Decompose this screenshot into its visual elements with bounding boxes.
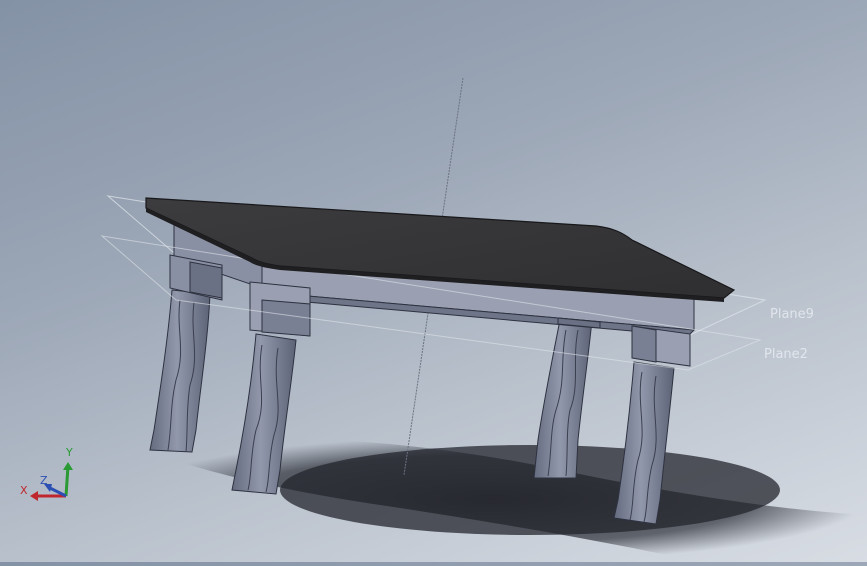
triad-y-axis xyxy=(64,465,70,497)
floor-shadow xyxy=(120,436,867,562)
triad-y-label: Y xyxy=(65,446,73,459)
leg-front-left[interactable] xyxy=(149,289,211,453)
triad-x-label: X xyxy=(20,484,28,497)
plane9-label[interactable]: Plane9 xyxy=(770,307,814,322)
triad-y-arrow xyxy=(63,462,73,470)
plane2-label[interactable]: Plane2 xyxy=(764,347,808,362)
triad-x-arrow xyxy=(30,491,38,501)
triad-z-label: Z xyxy=(40,474,48,487)
graphics-viewport[interactable]: Plane9 Plane2 X Y Z xyxy=(0,0,867,562)
model-view[interactable]: Plane9 Plane2 X Y Z xyxy=(0,0,867,562)
reference-triad: X Y Z xyxy=(20,446,73,501)
